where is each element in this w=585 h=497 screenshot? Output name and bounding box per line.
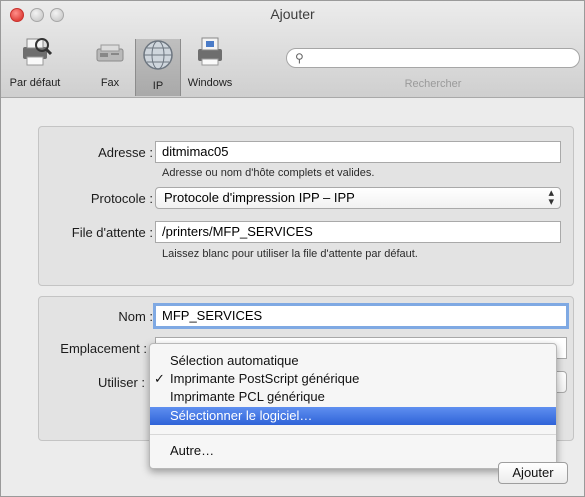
menu-item-postscript[interactable]: ✓ Imprimante PostScript générique <box>150 370 556 388</box>
menu-item-auto[interactable]: Sélection automatique <box>150 352 556 370</box>
window-title: Ajouter <box>270 6 315 22</box>
toolbar-label-windows: Windows <box>187 77 233 89</box>
menu-item-other[interactable]: Autre… <box>150 442 556 460</box>
menu-item-select-software[interactable]: Sélectionner le logiciel… <box>150 407 556 425</box>
toolbar-item-windows[interactable]: Windows <box>181 35 239 93</box>
printer-magnifier-icon <box>17 35 53 69</box>
title-bar: Ajouter Par défaut Fax IP Windows ⚲ Rech… <box>1 1 584 98</box>
connection-group: Adresse : ditmimac05 Adresse ou nom d'hô… <box>38 126 574 286</box>
address-label: Adresse : <box>98 145 153 160</box>
toolbar-label-default: Par défaut <box>9 77 61 89</box>
name-label: Nom : <box>118 309 153 324</box>
menu-item-pcl[interactable]: Imprimante PCL générique <box>150 388 556 406</box>
queue-label: File d'attente : <box>71 225 153 240</box>
protocol-value: Protocole d'impression IPP – IPP <box>164 190 355 205</box>
toolbar-item-fax[interactable]: Fax <box>87 35 133 93</box>
globe-icon <box>140 39 176 73</box>
menu-separator <box>150 434 556 435</box>
queue-hint: Laissez blanc pour utiliser la file d'at… <box>162 248 418 260</box>
location-label: Emplacement : <box>60 341 147 356</box>
popup-arrows-icon: ▴ ▾ <box>548 187 554 208</box>
toolbar-item-default[interactable]: Par défaut <box>3 35 67 93</box>
search-field[interactable]: ⚲ <box>286 48 580 68</box>
address-field[interactable]: ditmimac05 <box>155 141 561 163</box>
protocol-popup[interactable]: Protocole d'impression IPP – IPP ▴ ▾ <box>155 187 561 209</box>
fax-icon <box>92 35 128 69</box>
toolbar-label-ip: IP <box>152 80 164 92</box>
toolbar-label-fax: Fax <box>100 77 120 89</box>
queue-field[interactable]: /printers/MFP_SERVICES <box>155 221 561 243</box>
add-button[interactable]: Ajouter <box>498 462 568 484</box>
search-icon: ⚲ <box>295 51 304 65</box>
windows-printer-icon <box>192 35 228 69</box>
protocol-label: Protocole : <box>90 191 153 206</box>
address-hint: Adresse ou nom d'hôte complets et valide… <box>162 167 375 179</box>
add-printer-window: Ajouter Par défaut Fax IP Windows ⚲ Rech… <box>0 0 585 497</box>
search-label: Rechercher <box>404 78 462 90</box>
driver-menu: Sélection automatique ✓ Imprimante PostS… <box>149 343 557 469</box>
checkmark-icon: ✓ <box>154 371 165 386</box>
toolbar-item-ip[interactable]: IP <box>135 39 181 96</box>
name-field[interactable]: MFP_SERVICES <box>153 303 569 329</box>
use-label: Utiliser : <box>98 375 145 390</box>
